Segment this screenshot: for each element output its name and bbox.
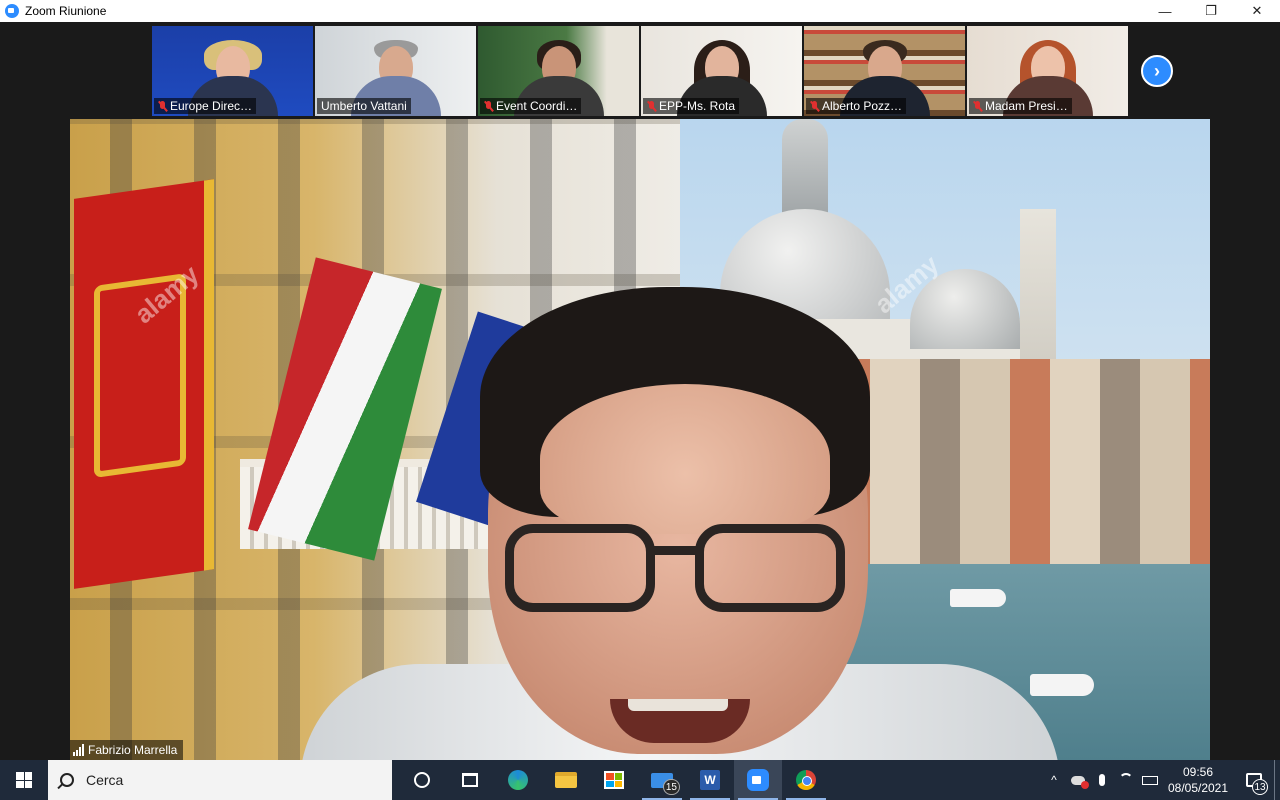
minimize-button[interactable]: — [1142, 0, 1188, 22]
participant-thumbnail[interactable]: Umberto Vattani [315, 26, 476, 116]
word-button[interactable]: W [686, 760, 734, 800]
folder-icon [555, 772, 577, 788]
venice-flag [74, 179, 214, 589]
mic-muted-icon [810, 100, 819, 112]
speaker-forehead [540, 384, 830, 534]
store-icon [604, 771, 624, 789]
mic-muted-icon [158, 100, 167, 112]
close-button[interactable]: ✕ [1234, 0, 1280, 22]
wifi-icon[interactable] [1114, 760, 1138, 800]
action-center-button[interactable]: 13 [1234, 760, 1274, 800]
speaker-name: Fabrizio Marrella [88, 743, 178, 757]
cloud-error-icon[interactable] [1066, 760, 1090, 800]
clock-time: 09:56 [1182, 765, 1214, 779]
background-buildings [830, 359, 1210, 599]
cortana-button[interactable] [398, 760, 446, 800]
participant-thumbnail[interactable]: Event Coordi… [478, 26, 639, 116]
cortana-icon [414, 772, 430, 788]
participant-name: Madam Presi… [985, 99, 1068, 113]
active-speaker-video[interactable]: alamy alamy Fabrizio Marrella [70, 119, 1210, 760]
mic-muted-icon [973, 100, 982, 112]
speaker-mouth [610, 699, 750, 743]
window-title: Zoom Riunione [25, 4, 107, 18]
participant-name-tag: Madam Presi… [969, 98, 1072, 114]
clock-date: 08/05/2021 [1167, 781, 1229, 795]
store-button[interactable] [590, 760, 638, 800]
participant-name-tag: EPP-Ms. Rota [643, 98, 740, 114]
participant-thumbnail[interactable]: EPP-Ms. Rota [641, 26, 802, 116]
participant-name-tag: Alberto Pozz… [806, 98, 907, 114]
participant-name-tag: Europe Direc… [154, 98, 257, 114]
speaker-glasses [505, 524, 855, 614]
participant-thumbnail[interactable]: Madam Presi… [967, 26, 1128, 116]
speaker-name-tag: Fabrizio Marrella [70, 740, 184, 760]
start-button[interactable] [0, 760, 48, 800]
system-clock[interactable]: 09:56 08/05/2021 [1162, 760, 1234, 800]
mic-muted-icon [647, 100, 656, 112]
participant-name-tag: Umberto Vattani [317, 98, 411, 114]
participant-name: Alberto Pozz… [822, 99, 903, 113]
glasses-bridge [651, 546, 699, 555]
edge-icon [508, 770, 528, 790]
glasses-lens-right [695, 524, 845, 612]
zoom-icon [747, 769, 769, 791]
battery-icon[interactable] [1138, 760, 1162, 800]
word-icon: W [700, 770, 720, 790]
search-placeholder: Cerca [86, 772, 124, 788]
zoom-app-icon [5, 4, 19, 18]
edge-button[interactable] [494, 760, 542, 800]
background-boat [1030, 674, 1094, 696]
next-participants-button[interactable]: › [1141, 55, 1173, 87]
connection-signal-icon [73, 744, 84, 756]
background-boat [950, 589, 1006, 607]
maximize-button[interactable]: ❐ [1188, 0, 1234, 22]
show-desktop-button[interactable] [1274, 760, 1280, 800]
participant-name: Event Coordi… [496, 99, 578, 113]
mic-muted-icon [484, 100, 493, 112]
chrome-button[interactable] [782, 760, 830, 800]
meeting-area: Europe Direc… Umberto Vattani Event Coor… [0, 22, 1280, 760]
participant-thumbnail[interactable]: Europe Direc… [152, 26, 313, 116]
background-dome-lantern [782, 119, 828, 219]
task-view-icon [462, 773, 478, 787]
taskbar-search-box[interactable]: Cerca [48, 760, 392, 800]
chrome-icon [796, 770, 816, 790]
microphone-icon[interactable] [1090, 760, 1114, 800]
file-explorer-button[interactable] [542, 760, 590, 800]
zoom-taskbar-button[interactable] [734, 760, 782, 800]
task-view-button[interactable] [446, 760, 494, 800]
title-bar: Zoom Riunione — ❐ ✕ [0, 0, 1280, 22]
mail-unread-badge: 15 [662, 779, 680, 795]
participant-name: EPP-Ms. Rota [659, 99, 736, 113]
show-hidden-icons-button[interactable]: ^ [1042, 760, 1066, 800]
taskbar-pinned-apps: 15 W [398, 760, 830, 800]
window-controls: — ❐ ✕ [1142, 0, 1280, 22]
windows-logo-icon [16, 772, 32, 788]
participant-name: Umberto Vattani [321, 99, 407, 113]
windows-taskbar: Cerca 15 W ^ 09:56 08/05/2021 13 [0, 760, 1280, 800]
search-icon [60, 773, 74, 787]
glasses-lens-left [505, 524, 655, 612]
notification-count-badge: 13 [1252, 779, 1268, 795]
participant-name-tag: Event Coordi… [480, 98, 582, 114]
participant-thumbnails: Europe Direc… Umberto Vattani Event Coor… [152, 26, 1128, 116]
system-tray: ^ 09:56 08/05/2021 13 [1042, 760, 1280, 800]
participant-name: Europe Direc… [170, 99, 253, 113]
participant-thumbnail[interactable]: Alberto Pozz… [804, 26, 965, 116]
mail-button[interactable]: 15 [638, 760, 686, 800]
